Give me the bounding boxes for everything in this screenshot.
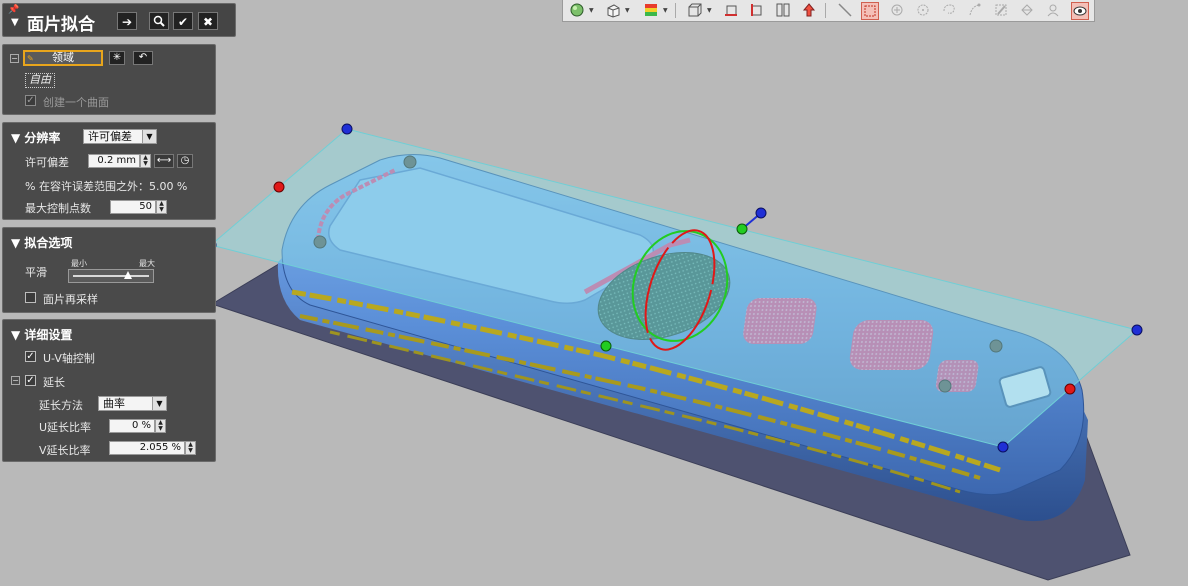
extend-method-value: 曲率	[103, 397, 125, 410]
smooth-label: 平滑	[25, 266, 47, 279]
rect-select-icon[interactable]	[861, 2, 879, 20]
slider-track	[73, 275, 149, 277]
handle-blue-center[interactable]	[755, 207, 767, 219]
fill-icon[interactable]	[1019, 2, 1035, 18]
v-ratio-stepper[interactable]: ▲ ▼	[185, 441, 196, 455]
view-toolbar: ▼ ▼ ▼ ▼	[562, 0, 1095, 22]
pencil-icon: ✎	[27, 54, 34, 63]
section-b-icon[interactable]	[749, 2, 765, 18]
handle-blue-right[interactable]	[1131, 324, 1143, 336]
outside-range-text: % 在容许误差范围之外：5.00 %	[25, 180, 188, 193]
lasso-icon[interactable]	[941, 2, 957, 18]
max-control-points-stepper[interactable]: ▲ ▼	[156, 200, 167, 214]
smooth-slider[interactable]	[68, 269, 154, 283]
tolerance-label: 许可偏差	[25, 156, 69, 169]
ok-button[interactable]: ✔	[173, 12, 193, 30]
extend-label: 延长	[43, 376, 65, 389]
handle-green-1[interactable]	[736, 223, 748, 235]
point-add-icon[interactable]	[889, 2, 905, 18]
cancel-button[interactable]: ✖	[198, 12, 218, 30]
extend-checkbox[interactable]: ✓	[25, 375, 36, 386]
extend-method-select[interactable]: 曲率 ▼	[98, 396, 167, 411]
magnifier-icon	[153, 15, 165, 27]
handle-blue-bottom[interactable]	[997, 441, 1009, 453]
details-panel: ▼ 详细设置 ✓ U-V轴控制 − ✓ 延长 延长方法 曲率 ▼ U延长比率 0…	[2, 319, 216, 462]
details-header[interactable]: ▼ 详细设置	[11, 326, 72, 343]
resolution-panel: ▼ 分辨率 许可偏差 ▼ 许可偏差 0.2 mm ▲ ▼ ⟷ ◷ % 在容许误差范…	[2, 122, 216, 220]
slider-max-label: 最大	[139, 259, 155, 268]
resample-checkbox[interactable]	[25, 292, 36, 303]
resolution-mode-select[interactable]: 许可偏差 ▼	[83, 129, 157, 144]
eye-icon[interactable]	[1071, 2, 1089, 20]
fit-options-header[interactable]: ▼ 拟合选项	[11, 234, 72, 251]
cube-icon[interactable]	[605, 2, 621, 18]
max-control-points-label: 最大控制点数	[25, 202, 91, 215]
region-button[interactable]: ✎ 领域	[23, 50, 103, 66]
explode-icon[interactable]: ✳	[109, 51, 125, 65]
v-ratio-label: V延长比率	[39, 444, 91, 457]
chevron-down-icon[interactable]: ▼	[589, 7, 594, 14]
free-mode-option[interactable]: 自由	[25, 73, 55, 88]
color-map-icon[interactable]	[643, 2, 659, 18]
collapse-triangle-icon[interactable]: ▼	[11, 17, 19, 28]
handle-red-right[interactable]	[1064, 383, 1076, 395]
create-one-surface-label: 创建一个曲面	[43, 96, 109, 109]
next-button[interactable]: ➔	[117, 12, 137, 30]
clock-icon[interactable]: ◷	[177, 154, 193, 168]
fit-options-panel: ▼ 拟合选项 平滑 最小 最大 面片再采样	[2, 227, 216, 313]
chevron-down-icon[interactable]: ▼	[707, 7, 712, 14]
box-wire-icon[interactable]	[687, 2, 703, 18]
slider-min-label: 最小	[71, 259, 87, 268]
paint-icon[interactable]	[967, 2, 983, 18]
up-arrow-icon[interactable]	[801, 2, 817, 18]
chevron-down-icon[interactable]: ▼	[663, 7, 668, 14]
pin-icon[interactable]: 📌	[8, 5, 19, 15]
create-one-surface-checkbox[interactable]: ✓	[25, 95, 36, 106]
dialog-title: 面片拟合	[27, 15, 95, 35]
resolution-mode-value: 许可偏差	[88, 130, 132, 143]
circle-icon[interactable]	[915, 2, 931, 18]
section-a-icon[interactable]	[723, 2, 739, 18]
resample-label: 面片再采样	[43, 293, 98, 306]
sphere-icon[interactable]	[569, 2, 585, 18]
max-control-points-input[interactable]: 50	[110, 200, 156, 214]
uv-control-label: U-V轴控制	[43, 352, 95, 365]
brush-icon[interactable]	[993, 2, 1009, 18]
undo-icon[interactable]: ↶	[133, 51, 153, 65]
dialog-title-bar: 📌 ▼ 面片拟合 ➔ ✔ ✖	[2, 3, 236, 37]
resolution-header[interactable]: ▼ 分辨率	[11, 129, 60, 146]
u-ratio-stepper[interactable]: ▲ ▼	[155, 419, 166, 433]
u-ratio-label: U延长比率	[39, 421, 92, 434]
chevron-down-icon: ▼	[152, 397, 166, 410]
measure-icon[interactable]: ⟷	[154, 154, 174, 168]
uv-control-checkbox[interactable]: ✓	[25, 351, 36, 362]
handle-green-2[interactable]	[600, 340, 612, 352]
magnet-icon[interactable]	[1045, 2, 1061, 18]
tree-collapse-icon[interactable]: −	[10, 54, 19, 63]
region-label: 领域	[52, 51, 74, 64]
split-view-icon[interactable]	[775, 2, 791, 18]
tree-collapse-icon[interactable]: −	[11, 376, 20, 385]
slider-thumb[interactable]	[123, 271, 132, 279]
u-ratio-input[interactable]: 0 %	[109, 419, 155, 433]
preview-button[interactable]	[149, 12, 169, 30]
chevron-down-icon[interactable]: ▼	[625, 7, 630, 14]
v-ratio-input[interactable]: 2.055 %	[109, 441, 185, 455]
line-tool-icon[interactable]	[837, 2, 853, 18]
chevron-down-icon: ▼	[142, 130, 156, 143]
region-panel: − ✎ 领域 ✳ ↶ 自由 ✓ 创建一个曲面	[2, 44, 216, 115]
handle-blue-top[interactable]	[341, 123, 353, 135]
tolerance-stepper[interactable]: ▲ ▼	[140, 154, 151, 168]
handle-red-left[interactable]	[273, 181, 285, 193]
extend-method-label: 延长方法	[39, 399, 83, 412]
tolerance-input[interactable]: 0.2 mm	[88, 154, 140, 168]
